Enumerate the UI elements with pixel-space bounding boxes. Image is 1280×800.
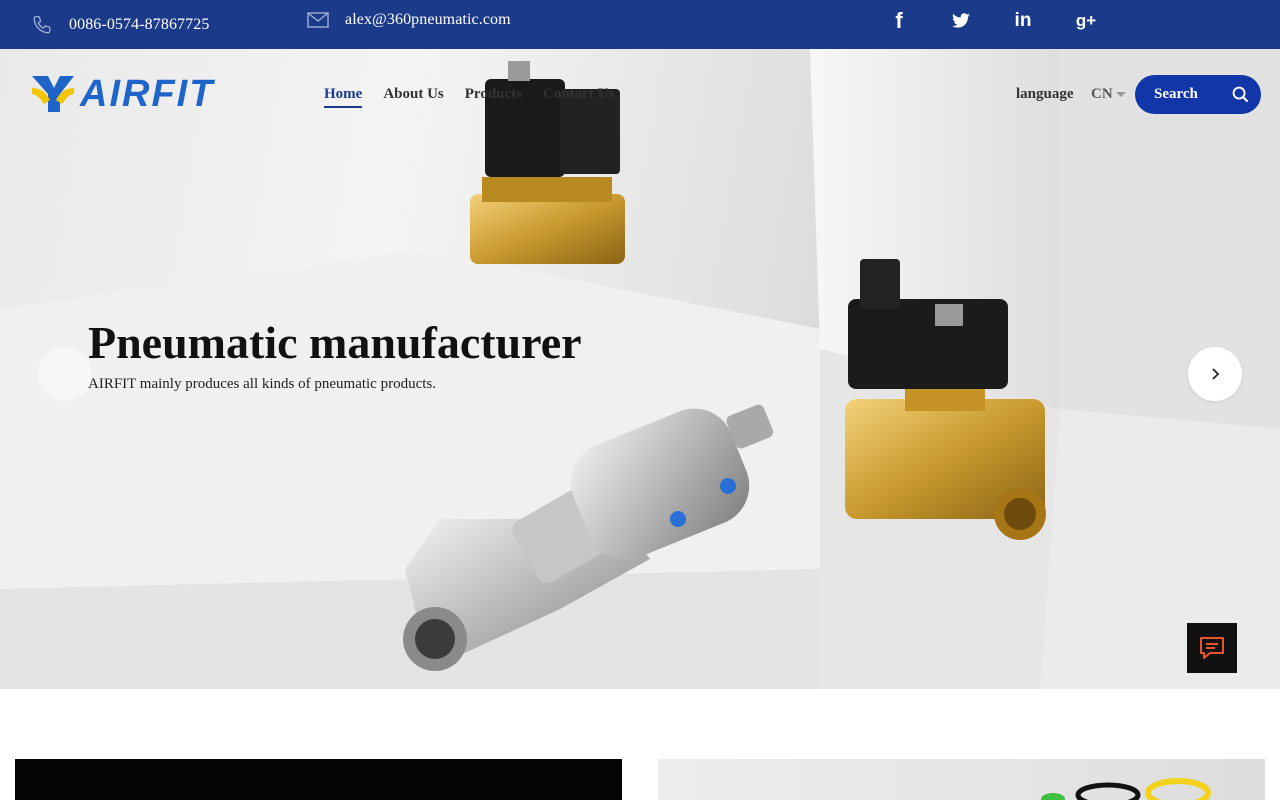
- chat-widget-button[interactable]: [1187, 623, 1237, 673]
- email-address: alex@360pneumatic.com: [345, 10, 511, 28]
- google-plus-icon[interactable]: g+: [1071, 0, 1101, 42]
- search-button[interactable]: Search: [1135, 75, 1261, 114]
- search-label: Search: [1154, 86, 1198, 102]
- twitter-icon[interactable]: [946, 0, 976, 42]
- main-nav: Home About Us Products Contact Us: [324, 80, 635, 108]
- product-card-image[interactable]: [658, 759, 1265, 800]
- search-icon: [1232, 86, 1249, 103]
- mail-icon: [306, 8, 330, 32]
- chevron-right-icon: [1212, 368, 1220, 380]
- caret-down-icon: [1115, 91, 1126, 97]
- language-value: CN: [1091, 86, 1113, 102]
- nav-home[interactable]: Home: [324, 80, 363, 108]
- hero-subtitle: AIRFIT mainly produces all kinds of pneu…: [88, 376, 436, 392]
- nav-contact-us[interactable]: Contact Us: [543, 80, 614, 108]
- logo-wordmark: AIRFIT: [80, 73, 215, 115]
- phone-number: 0086-0574-87867725: [69, 15, 210, 33]
- top-contact-bar: 0086-0574-87867725 alex@360pneumatic.com…: [0, 0, 1280, 49]
- nav-about-us[interactable]: About Us: [383, 80, 443, 108]
- language-selector[interactable]: CN: [1091, 80, 1126, 108]
- facebook-icon[interactable]: f: [884, 0, 914, 42]
- product-card-image[interactable]: [15, 759, 622, 800]
- product-image: [1041, 778, 1211, 800]
- logo-mark-icon: [32, 76, 74, 112]
- chat-icon: [1200, 637, 1224, 659]
- hero-product-image: [0, 49, 1280, 689]
- hero-banner: [0, 49, 1280, 689]
- airfit-logo[interactable]: AIRFIT: [30, 73, 214, 115]
- hero-title: Pneumatic manufacturer: [88, 317, 582, 368]
- language-label: language: [1016, 86, 1074, 102]
- phone-icon: [30, 13, 54, 37]
- linkedin-icon[interactable]: in: [1008, 0, 1038, 42]
- slider-next-button[interactable]: [1188, 347, 1242, 401]
- email-contact[interactable]: alex@360pneumatic.com: [306, 0, 511, 44]
- slider-prev-button[interactable]: [38, 347, 92, 401]
- nav-products[interactable]: Products: [465, 80, 522, 108]
- phone-contact[interactable]: 0086-0574-87867725: [30, 0, 209, 49]
